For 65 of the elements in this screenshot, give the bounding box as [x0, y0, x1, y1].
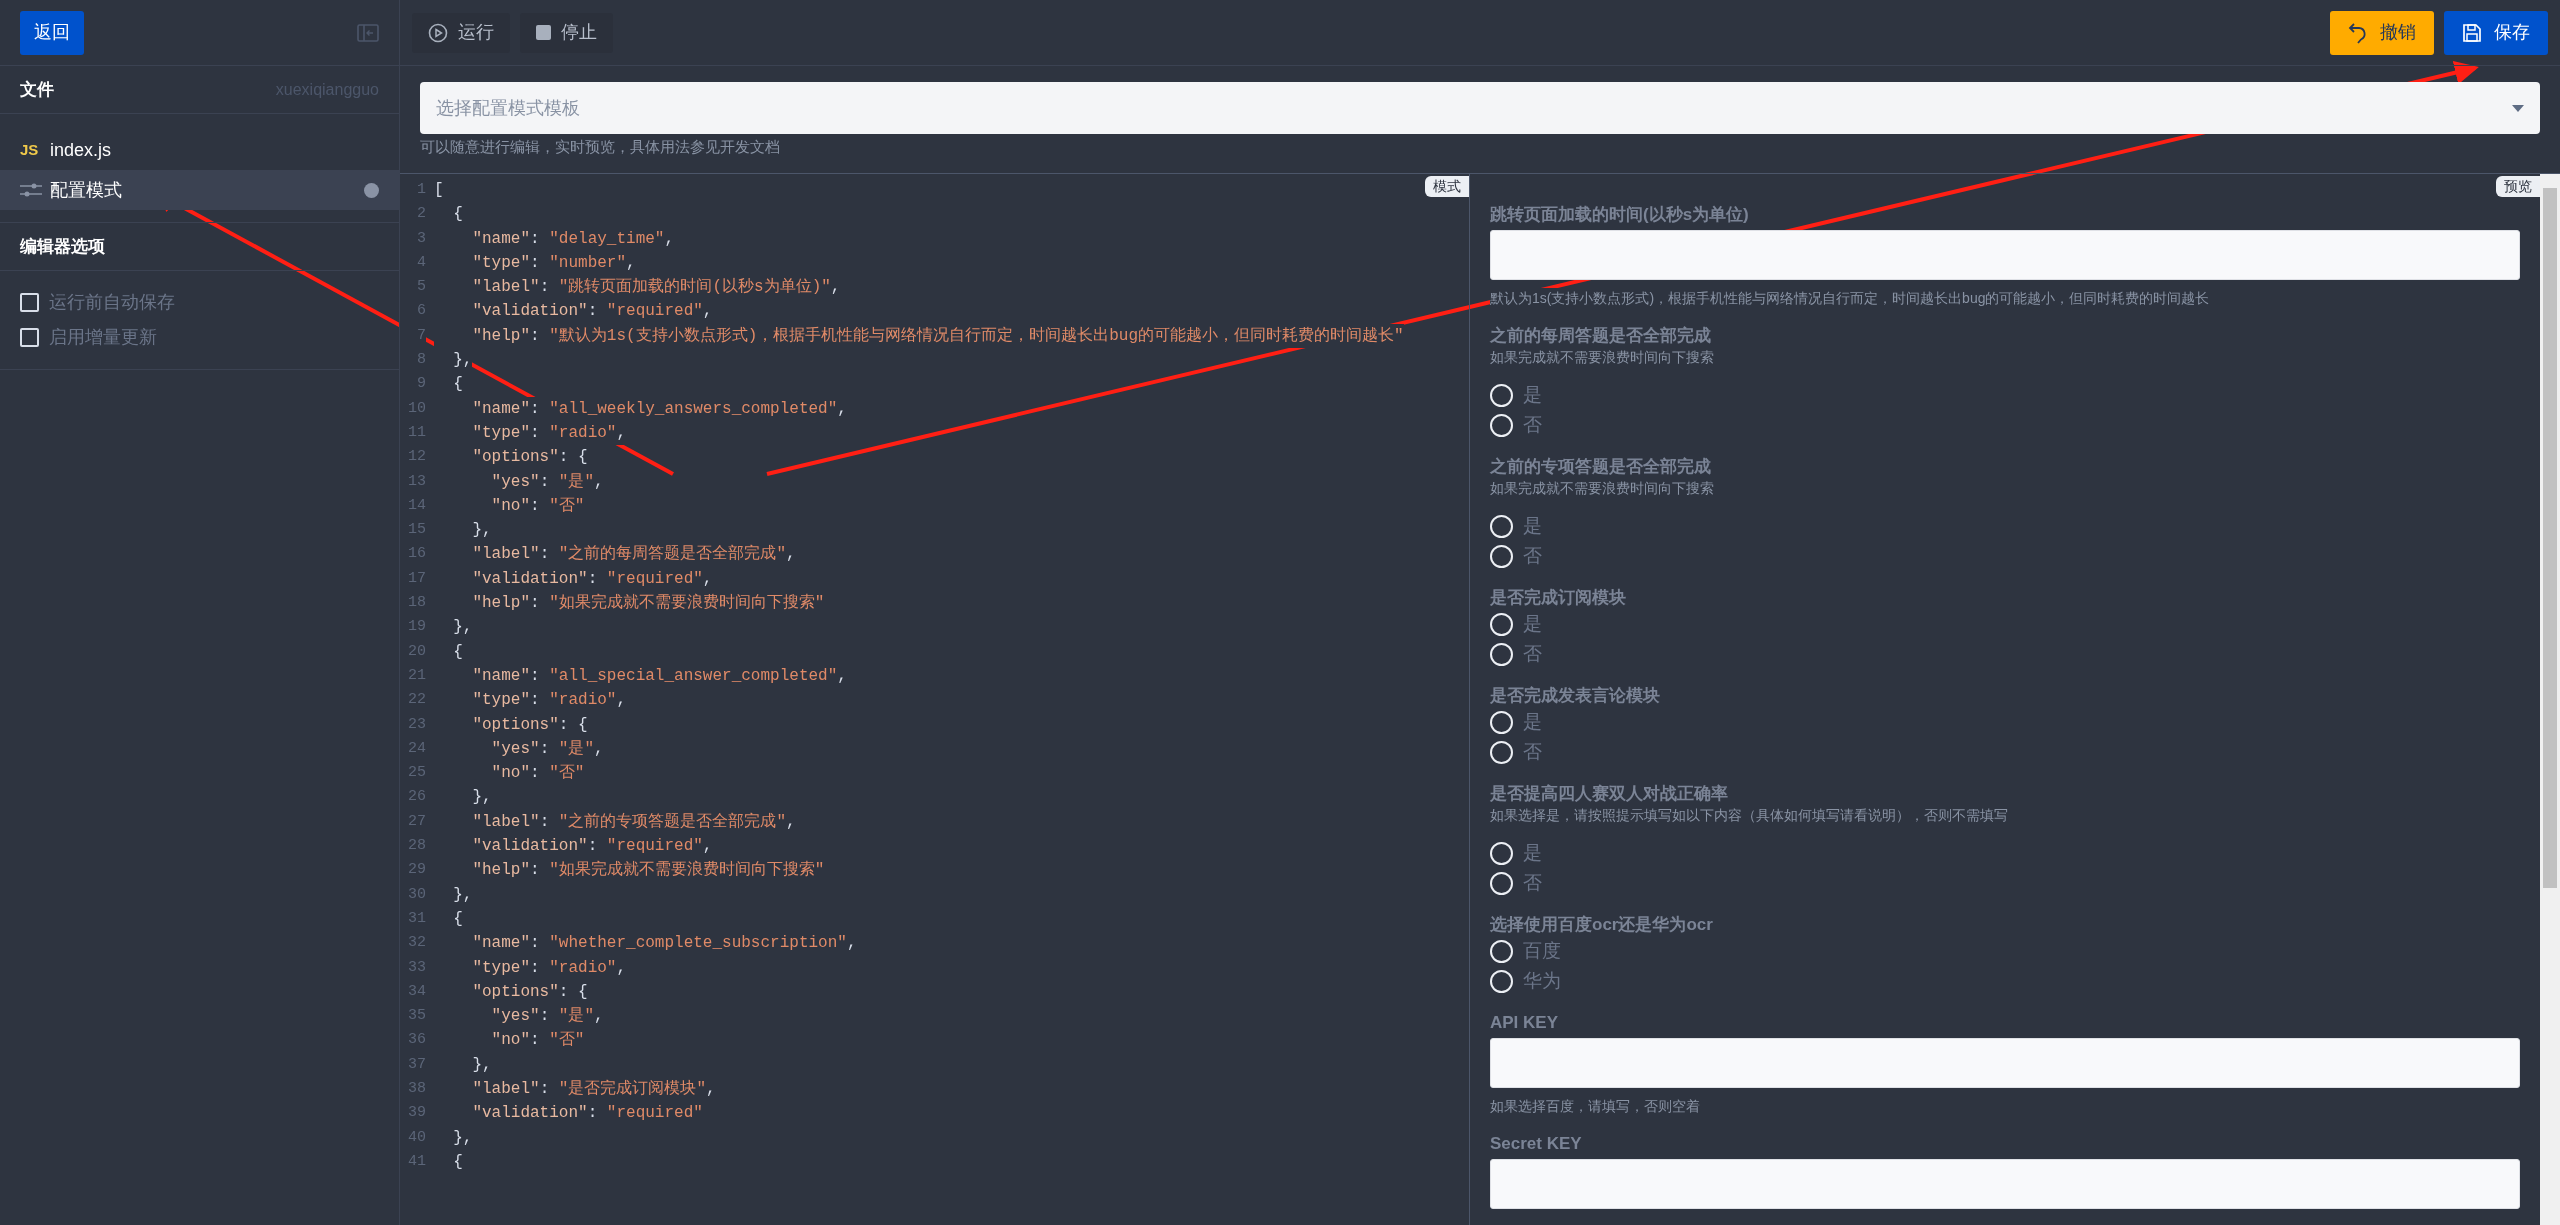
- radio-button[interactable]: [1490, 544, 1513, 568]
- help-text: 可以随意进行编辑，实时预览，具体用法参见开发文档: [420, 137, 781, 157]
- panel-tag: 模式: [1425, 176, 1469, 197]
- run-button[interactable]: 运行: [412, 12, 510, 53]
- field-label: 是否完成发表言论模块: [1490, 685, 1660, 707]
- js-file-icon: JS: [20, 138, 42, 162]
- file-name: index.js: [50, 138, 112, 162]
- section-heading: 编辑器选项: [20, 235, 105, 258]
- radio-button[interactable]: [1490, 642, 1513, 666]
- input-field[interactable]: [1490, 1038, 2520, 1088]
- radio-button[interactable]: [1490, 969, 1513, 993]
- option-label: 是: [1523, 709, 1542, 734]
- option-label: 否: [1523, 870, 1542, 895]
- option-label: 否: [1523, 641, 1542, 666]
- field-label: 之前的每周答题是否全部完成: [1490, 325, 1711, 347]
- checkbox[interactable]: [20, 293, 39, 312]
- help-text: 如果完成就不需要浪费时间向下搜索: [1490, 479, 1715, 498]
- radio-button[interactable]: [1490, 740, 1513, 764]
- radio-button[interactable]: [1490, 514, 1513, 538]
- play-icon: [428, 22, 448, 43]
- file-item[interactable]: 配置模式: [0, 170, 399, 210]
- scrollbar[interactable]: [2540, 174, 2560, 1225]
- checkbox[interactable]: [20, 328, 39, 347]
- radio-button[interactable]: [1490, 871, 1513, 895]
- option-label: 否: [1523, 543, 1542, 568]
- field-label: 是否提高四人赛双人对战正确率: [1490, 783, 1728, 805]
- save-icon: [2462, 22, 2482, 43]
- panel-tag: 预览: [2496, 176, 2540, 197]
- option-label: 是: [1523, 611, 1542, 636]
- option-label: 是: [1523, 840, 1542, 865]
- undo-button[interactable]: 撤销: [2330, 10, 2434, 55]
- undo-icon: [2348, 21, 2368, 44]
- radio-button[interactable]: [1490, 383, 1513, 407]
- sliders-icon: [20, 182, 42, 198]
- help-text: 如果选择是，请按照提示填写如以下内容（具体如何填写请看说明），否则不需填写: [1490, 806, 2009, 825]
- help-text: 如果选择百度，请填写，否则空着: [1490, 1096, 1700, 1117]
- radio-button[interactable]: [1490, 939, 1513, 963]
- radio-button[interactable]: [1490, 612, 1513, 636]
- file-name: 配置模式: [50, 178, 122, 202]
- radio-button[interactable]: [1490, 841, 1513, 865]
- stop-icon: [536, 25, 551, 40]
- option-label: 否: [1523, 739, 1542, 764]
- help-text: 默认为1s(支持小数点形式)，根据手机性能与网络情况自行而定，时间越长出bug的可能越小，但同时耗费的时间越长: [1490, 288, 2210, 309]
- help-text: 如果完成就不需要浪费时间向下搜索: [1490, 348, 1715, 367]
- option-label: 运行前自动保存: [49, 291, 175, 314]
- radio-button[interactable]: [1490, 710, 1513, 734]
- field-label: 选择使用百度ocr还是华为ocr: [1490, 914, 1713, 936]
- option-label: 百度: [1523, 938, 1561, 963]
- option-label: 否: [1523, 412, 1542, 437]
- stop-button[interactable]: 停止: [520, 12, 613, 53]
- field-label: 是否完成订阅模块: [1490, 587, 1626, 609]
- file-item[interactable]: JS index.js: [0, 130, 399, 170]
- radio-button[interactable]: [1490, 413, 1513, 437]
- dropdown-caret-icon: [2512, 104, 2524, 112]
- field-label: 跳转页面加载的时间(以秒s为单位): [1490, 204, 1749, 226]
- input-field[interactable]: [1490, 230, 2520, 280]
- input-field[interactable]: [1490, 1159, 2520, 1209]
- option-label: 是: [1523, 513, 1542, 538]
- option-label: 启用增量更新: [49, 326, 157, 349]
- option-label: 华为: [1523, 968, 1561, 993]
- back-button[interactable]: 返回: [20, 10, 84, 55]
- section-heading: 文件: [20, 78, 54, 101]
- option-label: 是: [1523, 382, 1542, 407]
- field-label: 之前的专项答题是否全部完成: [1490, 456, 1711, 478]
- save-button[interactable]: 保存: [2444, 10, 2548, 55]
